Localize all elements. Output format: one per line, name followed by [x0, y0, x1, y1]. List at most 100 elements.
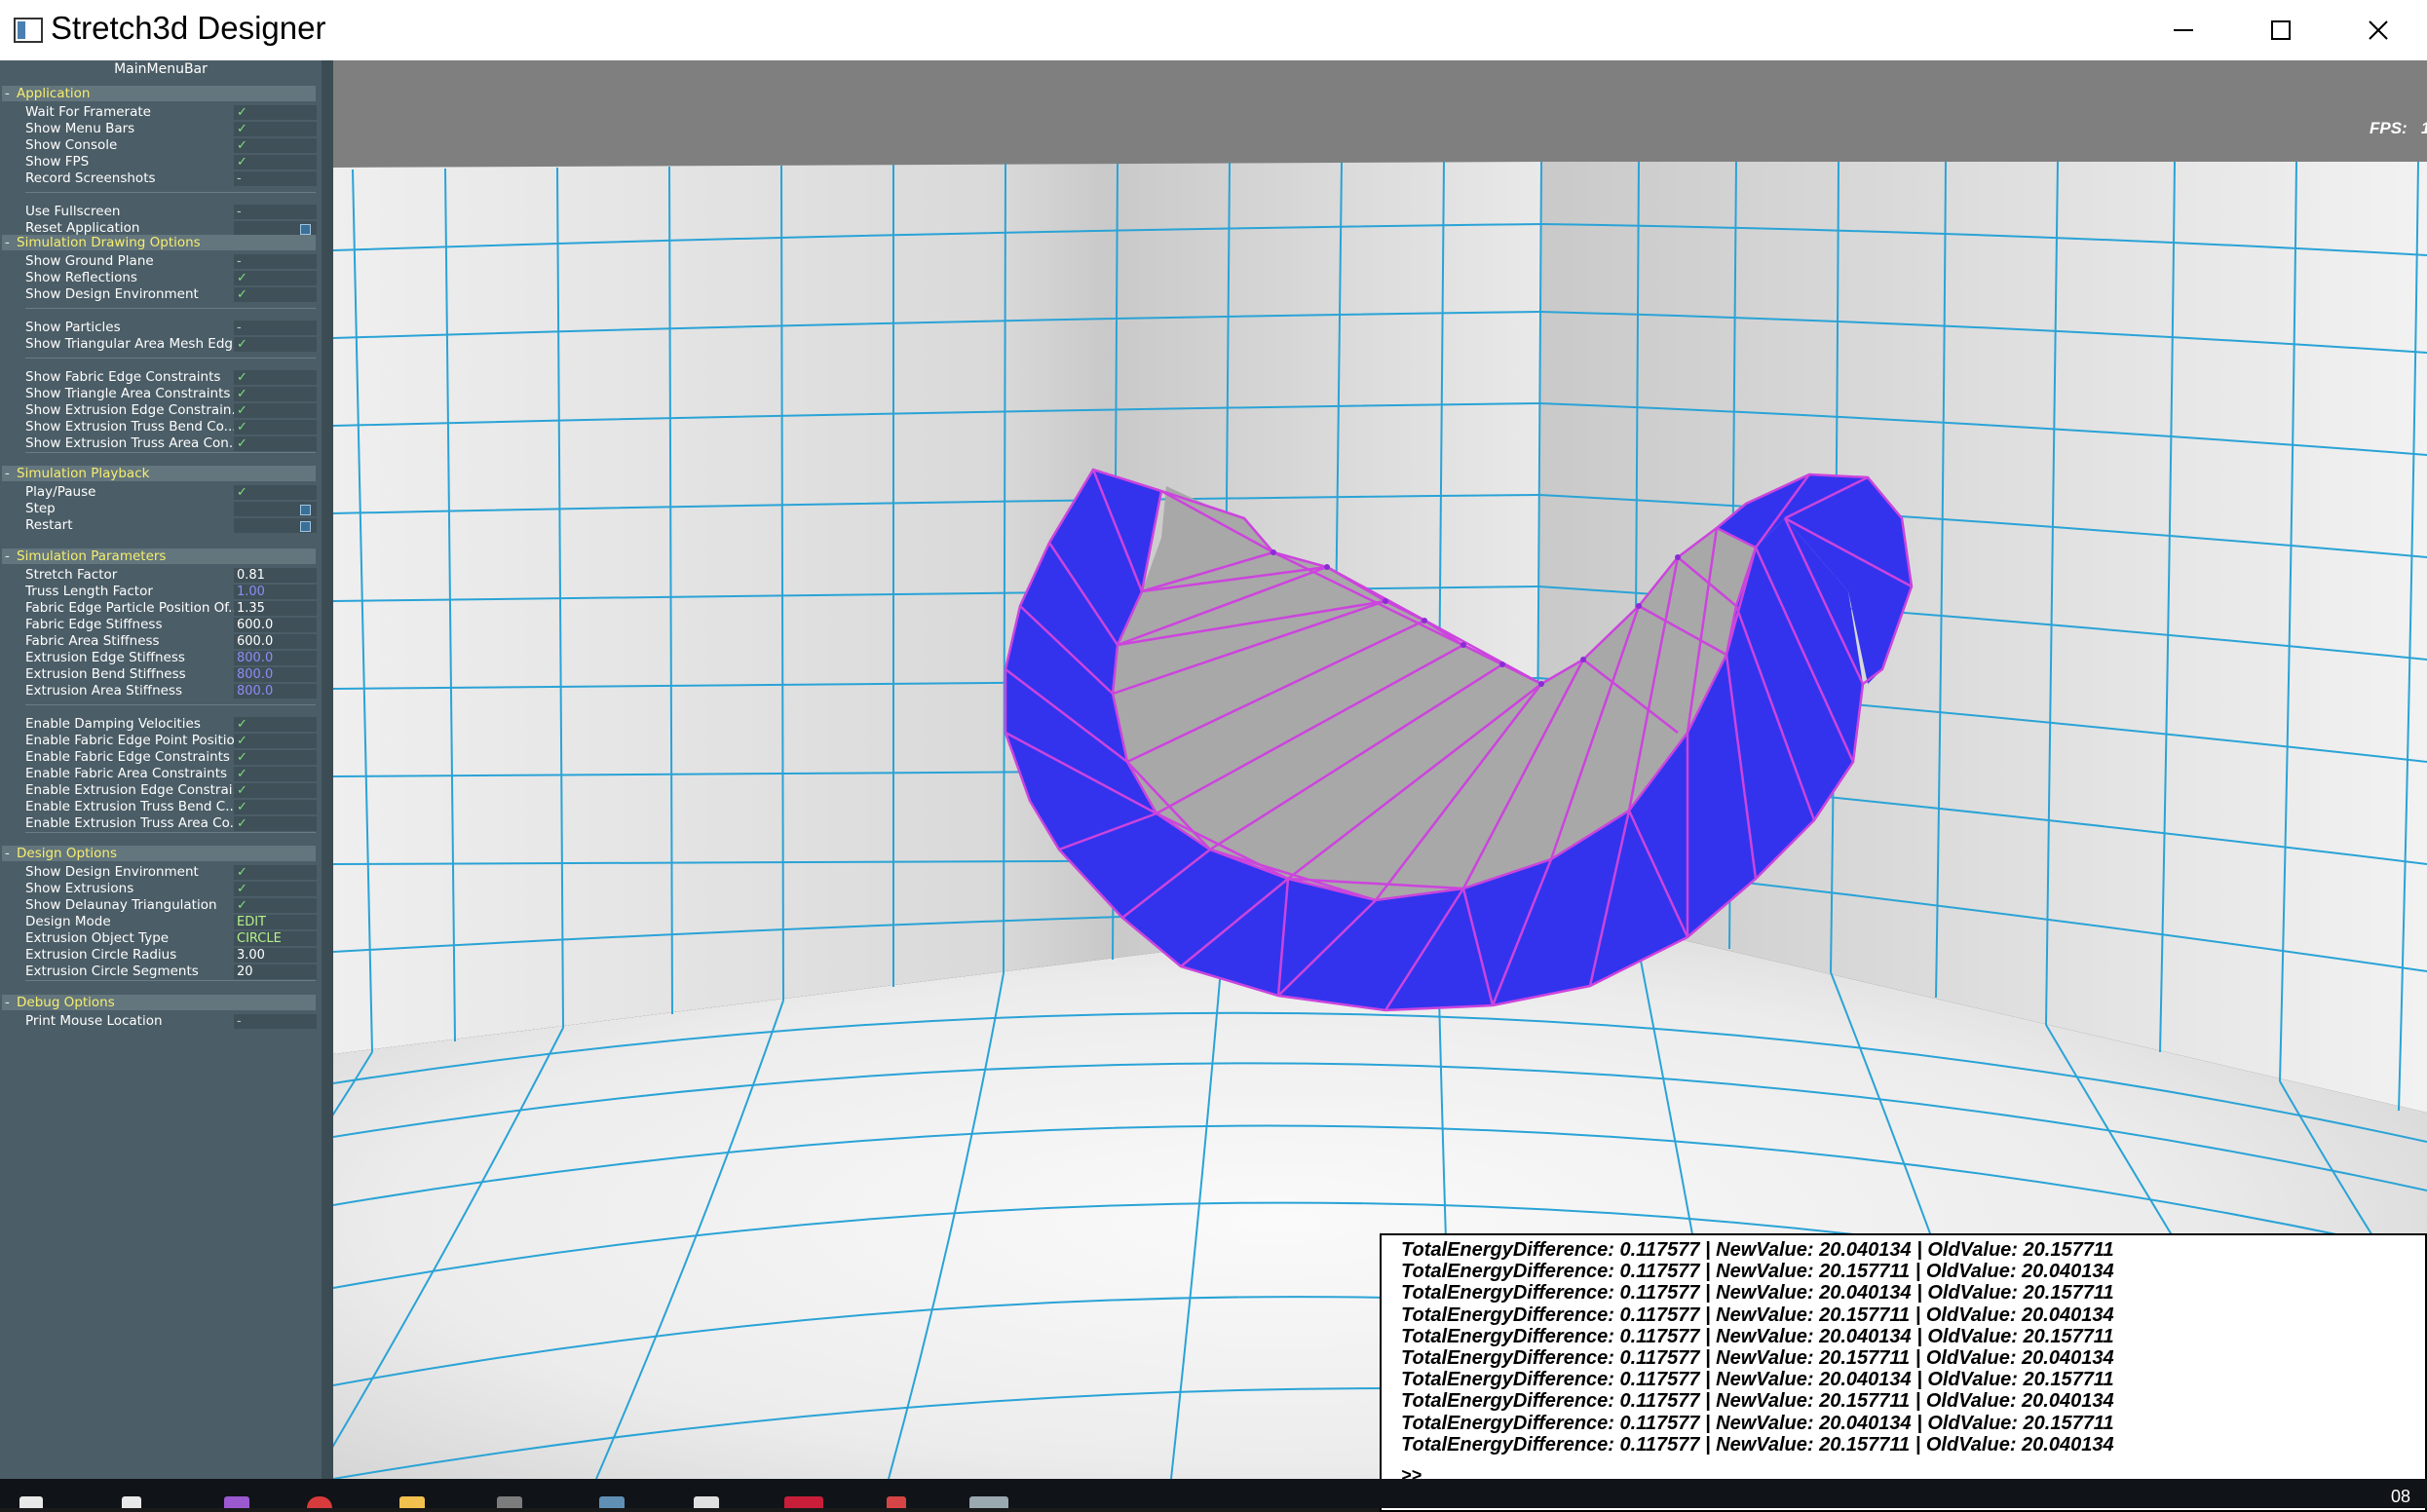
menu-row[interactable]: Show Triangular Area Mesh Edg... ✓	[25, 336, 318, 353]
visual-studio-icon[interactable]	[224, 1496, 249, 1508]
app-icon-blue[interactable]	[599, 1496, 625, 1508]
menu-row[interactable]: Show Extrusion Truss Bend Co... ✓	[25, 419, 318, 435]
menu-row-value[interactable]: 800.0	[234, 651, 317, 665]
section-header-application[interactable]: - Application	[2, 86, 316, 101]
menu-row[interactable]: Extrusion Circle Radius 3.00	[25, 947, 318, 964]
menu-row[interactable]: Print Mouse Location -	[25, 1013, 318, 1030]
menu-row[interactable]: Enable Extrusion Truss Bend C... ✓	[25, 799, 318, 815]
menu-row-value[interactable]: ✓	[234, 816, 317, 831]
section-header-playback[interactable]: - Simulation Playback	[2, 466, 316, 481]
button-square-icon[interactable]	[300, 224, 311, 235]
sidebar-scrollbar[interactable]	[322, 60, 333, 1479]
menu-row[interactable]: Fabric Area Stiffness 600.0	[25, 633, 318, 650]
section-header-parameters[interactable]: - Simulation Parameters	[2, 548, 316, 564]
menu-row-value[interactable]: 600.0	[234, 618, 317, 632]
section-header-debug[interactable]: - Debug Options	[2, 995, 316, 1010]
app-icon-white[interactable]	[694, 1496, 719, 1508]
collapse-toggle-icon[interactable]: -	[2, 235, 17, 250]
menu-row[interactable]: Show Extrusion Edge Constrain... ✓	[25, 402, 318, 419]
menu-row-value[interactable]: ✓	[234, 370, 317, 385]
menu-row-value[interactable]: ✓	[234, 337, 317, 352]
menu-row-value[interactable]: 20	[234, 964, 317, 979]
button-square-icon[interactable]	[300, 505, 311, 515]
menu-row[interactable]: Record Screenshots -	[25, 170, 318, 187]
menu-row-value[interactable]: 3.00	[234, 948, 317, 963]
collapse-toggle-icon[interactable]: -	[2, 548, 17, 564]
menu-row[interactable]: Extrusion Area Stiffness 800.0	[25, 683, 318, 699]
menu-row[interactable]: Enable Damping Velocities ✓	[25, 716, 318, 733]
menu-row-value[interactable]: 0.81	[234, 568, 317, 583]
menu-row-value[interactable]: CIRCLE	[234, 931, 317, 946]
menu-row[interactable]: Extrusion Edge Stiffness 800.0	[25, 650, 318, 666]
menu-row[interactable]: Restart	[25, 517, 318, 534]
menu-row-value[interactable]: ✓	[234, 122, 317, 136]
menu-row[interactable]: Step	[25, 501, 318, 517]
file-explorer-icon[interactable]	[399, 1496, 425, 1508]
menu-row-value[interactable]: -	[234, 205, 317, 219]
section-header-design[interactable]: - Design Options	[2, 846, 316, 861]
menu-row-value[interactable]: ✓	[234, 105, 317, 120]
search-icon[interactable]	[122, 1496, 141, 1508]
menu-row-value[interactable]: ✓	[234, 734, 317, 748]
menu-row-value[interactable]: ✓	[234, 436, 317, 451]
menu-row-value[interactable]: ✓	[234, 420, 317, 435]
menu-row-value[interactable]: ✓	[234, 155, 317, 170]
app-icon-gray[interactable]	[497, 1496, 522, 1508]
app-icon-red[interactable]	[784, 1496, 823, 1508]
menu-row[interactable]: Extrusion Object Type CIRCLE	[25, 930, 318, 947]
menu-row-value[interactable]: -	[234, 1014, 317, 1029]
collapse-toggle-icon[interactable]: -	[2, 466, 17, 481]
menu-row-value[interactable]: -	[234, 254, 317, 269]
menu-row[interactable]: Extrusion Bend Stiffness 800.0	[25, 666, 318, 683]
menu-row-value[interactable]: 800.0	[234, 667, 317, 682]
menu-row-value[interactable]: ✓	[234, 138, 317, 153]
menu-row[interactable]: Enable Extrusion Truss Area Co... ✓	[25, 815, 318, 832]
menu-row-value[interactable]: ✓	[234, 750, 317, 765]
menu-row-value[interactable]: 800.0	[234, 684, 317, 699]
menu-row-value[interactable]: ✓	[234, 898, 317, 913]
menu-row[interactable]: Design Mode EDIT	[25, 914, 318, 930]
close-button[interactable]	[2330, 0, 2427, 60]
menu-row[interactable]: Enable Fabric Area Constraints ✓	[25, 766, 318, 782]
start-icon[interactable]	[19, 1496, 43, 1508]
menu-row-value[interactable]: ✓	[234, 403, 317, 418]
button-square-icon[interactable]	[300, 521, 311, 532]
action-button[interactable]	[234, 502, 317, 516]
menu-row[interactable]: Extrusion Circle Segments 20	[25, 964, 318, 980]
action-button[interactable]	[234, 221, 317, 236]
action-button[interactable]	[234, 518, 317, 533]
menu-row-value[interactable]: 1.35	[234, 601, 317, 616]
menu-row-value[interactable]: -	[234, 171, 317, 186]
menu-row[interactable]: Show Extrusions ✓	[25, 881, 318, 897]
console-panel[interactable]: TotalEnergyDifference: 0.117577 | NewVal…	[1380, 1233, 2427, 1512]
menu-row[interactable]: Show Reflections ✓	[25, 270, 318, 286]
menu-row[interactable]: Stretch Factor 0.81	[25, 567, 318, 584]
menu-row[interactable]: Show Menu Bars ✓	[25, 121, 318, 137]
menu-row-value[interactable]: ✓	[234, 271, 317, 285]
menu-row[interactable]: Fabric Edge Particle Position Of... 1.35	[25, 600, 318, 617]
menu-row[interactable]: Show Particles -	[25, 320, 318, 336]
menu-row-value[interactable]: ✓	[234, 287, 317, 302]
collapse-toggle-icon[interactable]: -	[2, 86, 17, 101]
menu-row-value[interactable]: 1.00	[234, 585, 317, 599]
minimize-button[interactable]	[2135, 0, 2232, 60]
menu-row[interactable]: Enable Fabric Edge Point Positio... ✓	[25, 733, 318, 749]
menu-row[interactable]: Fabric Edge Stiffness 600.0	[25, 617, 318, 633]
menu-row-value[interactable]: ✓	[234, 800, 317, 814]
menu-row[interactable]: Wait For Framerate ✓	[25, 104, 318, 121]
menu-row-value[interactable]: ✓	[234, 485, 317, 500]
maximize-button[interactable]	[2232, 0, 2330, 60]
collapse-toggle-icon[interactable]: -	[2, 846, 17, 861]
menu-row[interactable]: Show FPS ✓	[25, 154, 318, 170]
menu-row[interactable]: Show Ground Plane -	[25, 253, 318, 270]
menu-row[interactable]: Show Design Environment ✓	[25, 286, 318, 303]
menu-row-value[interactable]: ✓	[234, 767, 317, 781]
menu-row-value[interactable]: ✓	[234, 865, 317, 880]
menu-row-value[interactable]: EDIT	[234, 915, 317, 929]
section-header-drawing[interactable]: - Simulation Drawing Options	[2, 235, 316, 250]
menu-row[interactable]: Use Fullscreen -	[25, 204, 318, 220]
menu-row-value[interactable]: ✓	[234, 387, 317, 401]
menu-row[interactable]: Show Extrusion Truss Area Con... ✓	[25, 435, 318, 452]
pen-icon[interactable]	[887, 1496, 906, 1508]
collapse-toggle-icon[interactable]: -	[2, 995, 17, 1010]
